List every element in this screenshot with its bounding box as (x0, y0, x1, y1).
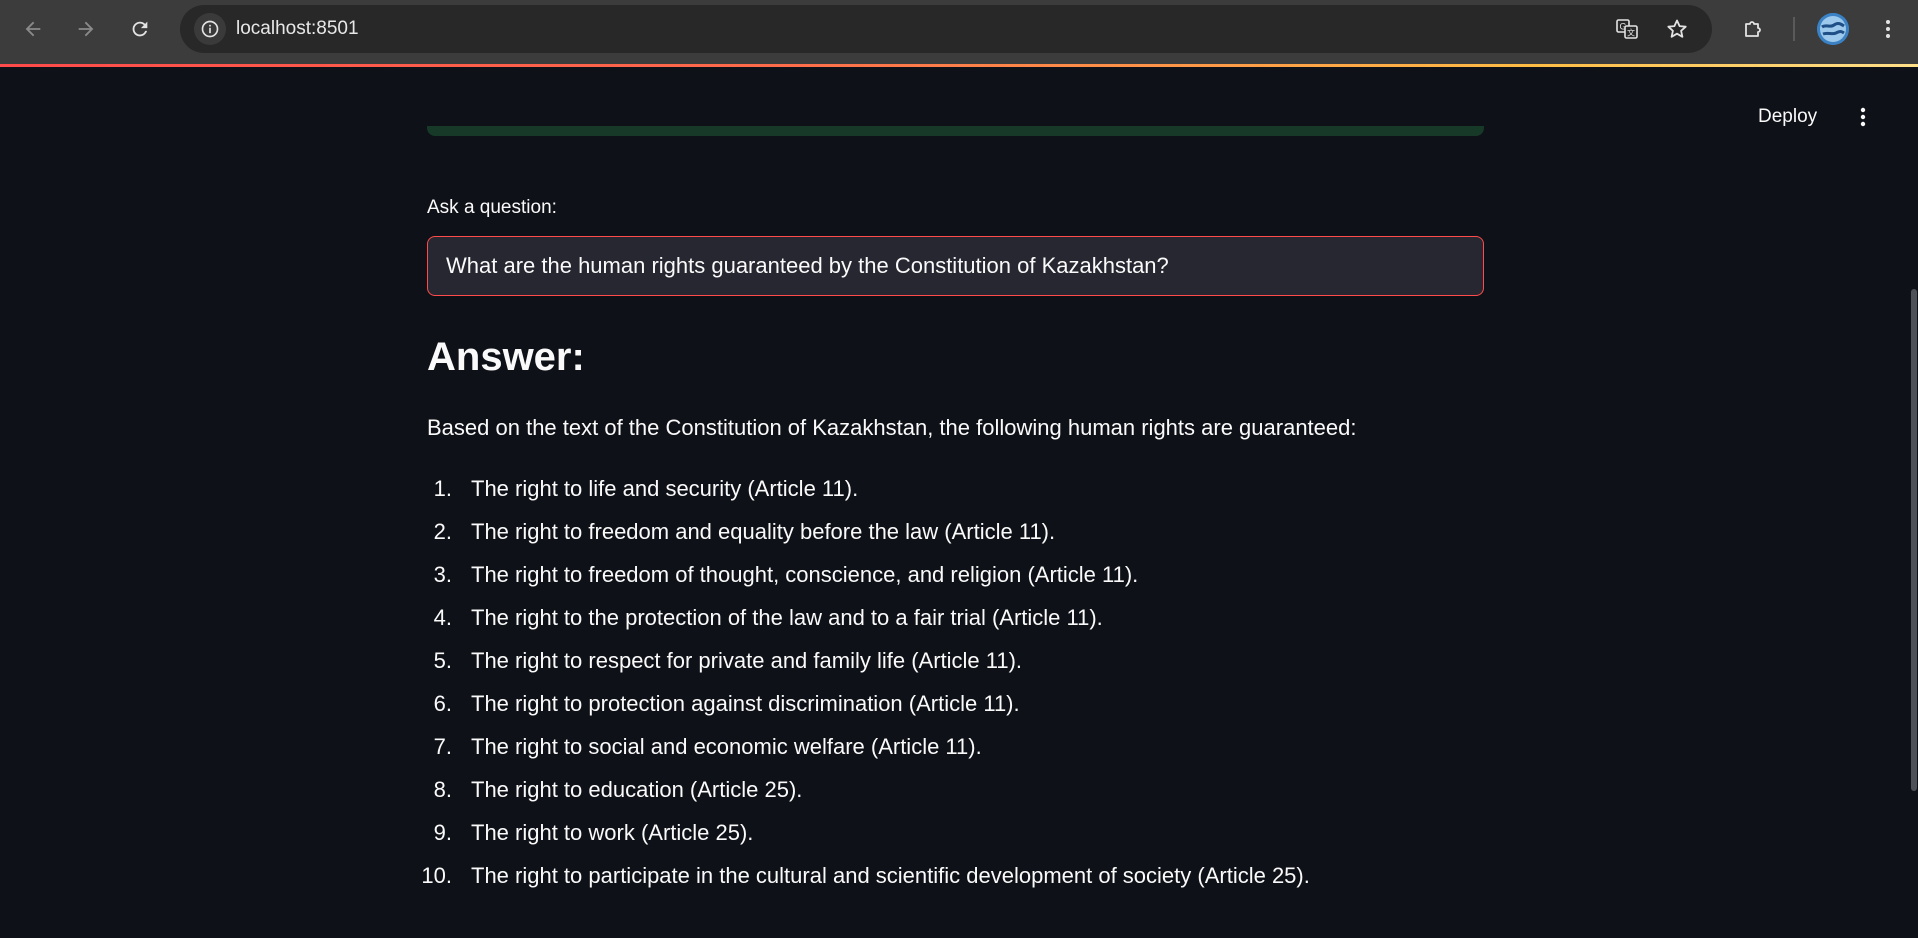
puzzle-icon (1745, 21, 1761, 37)
translate-icon: G 文 (1616, 19, 1638, 39)
list-number: 3. (433, 562, 452, 587)
success-message-box (427, 126, 1484, 136)
question-label: Ask a question: (427, 197, 557, 218)
kebab-menu-icon (1886, 20, 1890, 38)
address-bar[interactable]: localhost:8501 G 文 (180, 5, 1712, 53)
back-button[interactable] (15, 11, 51, 47)
arrow-left-icon (25, 21, 41, 37)
kebab-menu-icon (1860, 107, 1866, 127)
list-text: The right to the protection of the law a… (471, 605, 1103, 630)
list-number: 4. (433, 605, 452, 630)
avatar[interactable] (1817, 13, 1849, 45)
reload-button[interactable] (122, 11, 158, 47)
site-info-button[interactable] (194, 13, 226, 45)
extensions-button[interactable] (1735, 11, 1771, 47)
list-text: The right to social and economic welfare… (471, 734, 982, 759)
reload-icon (132, 21, 148, 37)
list-text: The right to freedom of thought, conscie… (471, 562, 1139, 587)
star-icon (1667, 19, 1687, 38)
list-text: The right to freedom and equality before… (471, 519, 1056, 544)
arrow-right-icon (78, 21, 94, 37)
browser-toolbar: localhost:8501 G 文 (0, 0, 1918, 64)
answer-heading: Answer: (427, 335, 585, 379)
list-number: 10. (421, 863, 452, 888)
deploy-button[interactable]: Deploy (1744, 101, 1831, 133)
list-text: The right to education (Article 25). (471, 777, 803, 802)
list-text: The right to respect for private and fam… (471, 648, 1023, 673)
list-text: The right to work (Article 25). (471, 820, 754, 845)
svg-text:文: 文 (1627, 28, 1635, 38)
list-number: 2. (433, 519, 452, 544)
list-number: 1. (433, 476, 452, 501)
toolbar-divider (1793, 17, 1795, 41)
list-text: The right to life and security (Article … (471, 476, 859, 501)
list-text: The right to participate in the cultural… (471, 863, 1310, 888)
app-main: Deploy Ask a question: Answer: Based on … (0, 67, 1918, 938)
list-number: 6. (433, 691, 452, 716)
info-icon (201, 20, 219, 38)
list-number: 7. (433, 734, 452, 759)
browser-menu-button[interactable] (1870, 11, 1906, 47)
app-menu-button[interactable] (1848, 101, 1878, 133)
page-scrollbar[interactable] (1910, 67, 1918, 938)
profile-avatar-icon (1817, 13, 1849, 45)
forward-button[interactable] (68, 11, 104, 47)
list-number: 9. (433, 820, 452, 845)
answer-intro: Based on the text of the Constitution of… (427, 415, 1357, 440)
translate-button[interactable]: G 文 (1611, 13, 1643, 45)
scrollbar-thumb[interactable] (1911, 289, 1917, 791)
list-number: 8. (433, 777, 452, 802)
list-text: The right to protection against discrimi… (471, 691, 1020, 716)
question-input[interactable] (427, 236, 1484, 296)
list-number: 5. (433, 648, 452, 673)
url-text[interactable]: localhost:8501 (236, 5, 359, 53)
bookmark-button[interactable] (1661, 13, 1693, 45)
